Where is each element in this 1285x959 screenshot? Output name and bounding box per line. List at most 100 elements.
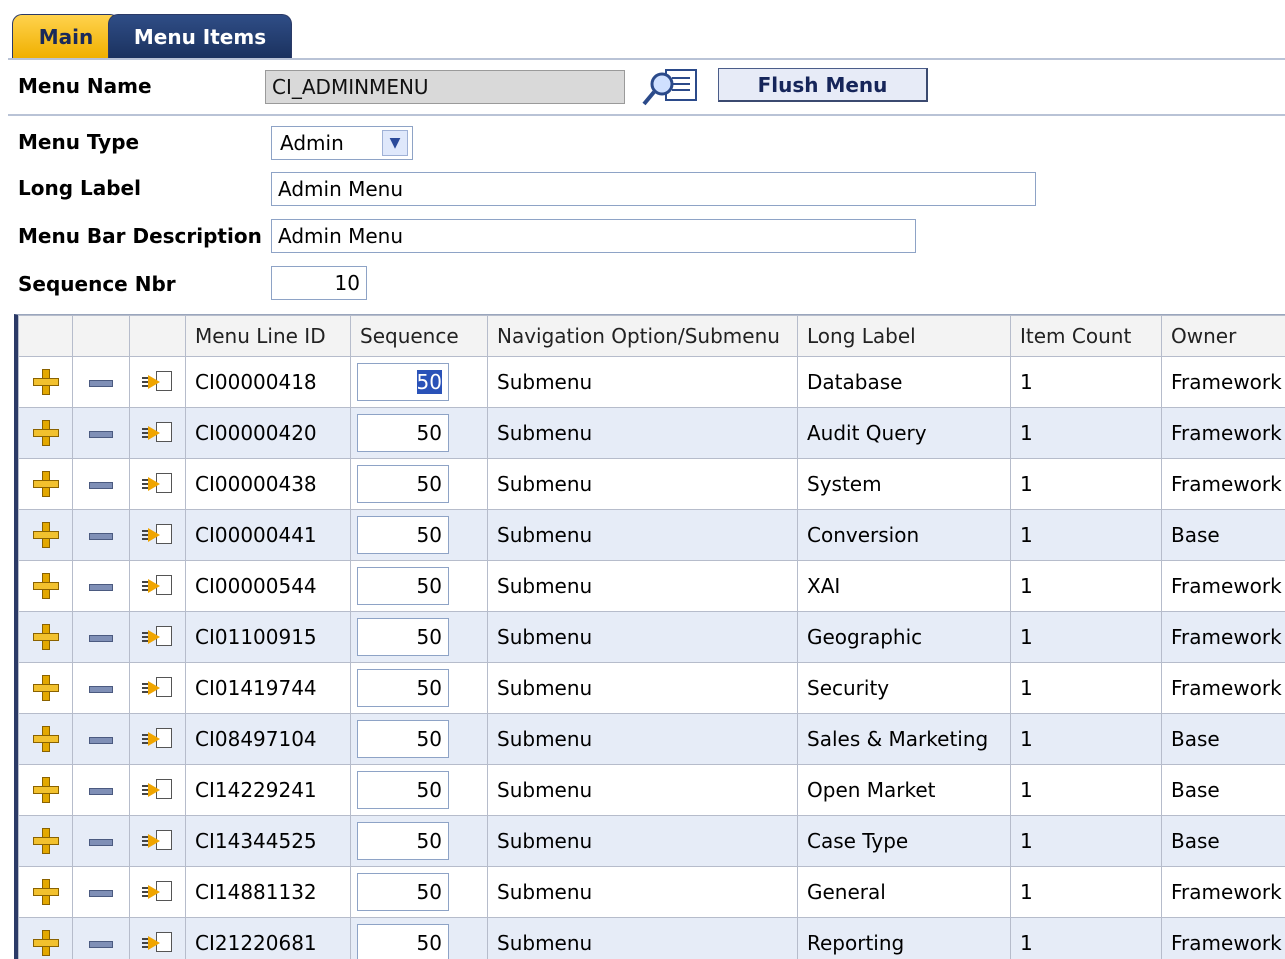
sequence-input[interactable]: 50 bbox=[357, 414, 449, 452]
flush-menu-button[interactable]: Flush Menu bbox=[718, 68, 928, 102]
add-row-icon[interactable] bbox=[32, 521, 60, 549]
go-to-icon[interactable] bbox=[142, 369, 174, 395]
grid-header-row: Menu Line ID Sequence Navigation Option/… bbox=[19, 316, 1285, 357]
table-row: CI1488113250SubmenuGeneral1Framework bbox=[19, 867, 1285, 918]
sequence-input[interactable]: 50 bbox=[357, 771, 449, 809]
add-row-cell bbox=[19, 357, 73, 408]
col-header-menu-line-id[interactable]: Menu Line ID bbox=[186, 316, 351, 357]
add-row-icon[interactable] bbox=[32, 470, 60, 498]
menu-form: Menu Type Admin ▼ Long Label Admin Menu … bbox=[8, 116, 1285, 314]
sequence-input[interactable]: 50 bbox=[357, 822, 449, 860]
add-row-icon[interactable] bbox=[32, 725, 60, 753]
navigation-option-cell: Submenu bbox=[488, 714, 798, 765]
col-header-navigation-option[interactable]: Navigation Option/Submenu bbox=[488, 316, 798, 357]
col-header-owner[interactable]: Owner bbox=[1162, 316, 1285, 357]
remove-row-icon[interactable] bbox=[89, 941, 113, 948]
add-row-cell bbox=[19, 459, 73, 510]
sequence-value: 50 bbox=[417, 931, 442, 955]
remove-row-icon[interactable] bbox=[89, 788, 113, 795]
go-to-icon[interactable] bbox=[142, 777, 174, 803]
go-to-cell bbox=[130, 561, 186, 612]
sequence-input[interactable]: 50 bbox=[357, 618, 449, 656]
add-row-icon[interactable] bbox=[32, 674, 60, 702]
sequence-value: 50 bbox=[417, 370, 442, 394]
go-to-cell bbox=[130, 510, 186, 561]
navigation-option-cell: Submenu bbox=[488, 867, 798, 918]
menu-type-select[interactable]: Admin ▼ bbox=[271, 126, 413, 160]
sequence-nbr-field[interactable]: 10 bbox=[271, 266, 367, 300]
add-row-cell bbox=[19, 714, 73, 765]
col-header-sequence[interactable]: Sequence bbox=[351, 316, 488, 357]
add-row-cell bbox=[19, 561, 73, 612]
remove-row-icon[interactable] bbox=[89, 431, 113, 438]
sequence-cell: 50 bbox=[351, 867, 488, 918]
item-count-cell: 1 bbox=[1011, 663, 1162, 714]
sequence-value: 50 bbox=[417, 523, 442, 547]
owner-cell: Framework bbox=[1162, 663, 1285, 714]
go-to-icon[interactable] bbox=[142, 675, 174, 701]
remove-row-icon[interactable] bbox=[89, 584, 113, 591]
chevron-down-icon[interactable]: ▼ bbox=[382, 130, 408, 156]
sequence-input[interactable]: 50 bbox=[357, 924, 449, 959]
tab-bar: Main Menu Items bbox=[0, 0, 1285, 60]
search-icon[interactable] bbox=[640, 66, 700, 108]
remove-row-icon[interactable] bbox=[89, 533, 113, 540]
sequence-input[interactable]: 50 bbox=[357, 720, 449, 758]
menu-type-value: Admin bbox=[272, 131, 382, 155]
table-row: CI0000043850SubmenuSystem1Framework bbox=[19, 459, 1285, 510]
add-row-icon[interactable] bbox=[32, 776, 60, 804]
add-row-icon[interactable] bbox=[32, 827, 60, 855]
remove-row-icon[interactable] bbox=[89, 635, 113, 642]
sequence-cell: 50 bbox=[351, 510, 488, 561]
sequence-input[interactable]: 50 bbox=[357, 873, 449, 911]
remove-row-icon[interactable] bbox=[89, 839, 113, 846]
go-to-icon[interactable] bbox=[142, 930, 174, 956]
menu-bar-description-label: Menu Bar Description bbox=[18, 224, 262, 248]
go-to-icon[interactable] bbox=[142, 624, 174, 650]
go-to-icon[interactable] bbox=[142, 522, 174, 548]
sequence-input[interactable]: 50 bbox=[357, 465, 449, 503]
menu-name-label: Menu Name bbox=[18, 74, 152, 98]
go-to-icon[interactable] bbox=[142, 879, 174, 905]
go-to-icon[interactable] bbox=[142, 828, 174, 854]
remove-row-icon[interactable] bbox=[89, 380, 113, 387]
add-row-icon[interactable] bbox=[32, 419, 60, 447]
add-row-icon[interactable] bbox=[32, 878, 60, 906]
col-header-long-label[interactable]: Long Label bbox=[798, 316, 1011, 357]
sequence-input[interactable]: 50 bbox=[357, 363, 449, 401]
add-row-icon[interactable] bbox=[32, 623, 60, 651]
remove-row-icon[interactable] bbox=[89, 890, 113, 897]
menu-bar-description-field[interactable]: Admin Menu bbox=[271, 219, 916, 253]
go-to-icon[interactable] bbox=[142, 471, 174, 497]
menu-line-id-cell: CI00000544 bbox=[186, 561, 351, 612]
sequence-input[interactable]: 50 bbox=[357, 669, 449, 707]
menu-name-field[interactable]: CI_ADMINMENU bbox=[265, 70, 625, 104]
col-header-item-count[interactable]: Item Count bbox=[1011, 316, 1162, 357]
remove-row-icon[interactable] bbox=[89, 686, 113, 693]
go-to-cell bbox=[130, 663, 186, 714]
add-row-icon[interactable] bbox=[32, 929, 60, 957]
remove-row-icon[interactable] bbox=[89, 737, 113, 744]
add-row-icon[interactable] bbox=[32, 572, 60, 600]
go-to-cell bbox=[130, 918, 186, 959]
tab-menu-items[interactable]: Menu Items bbox=[108, 14, 292, 58]
go-to-icon[interactable] bbox=[142, 573, 174, 599]
sequence-input[interactable]: 50 bbox=[357, 567, 449, 605]
add-row-cell bbox=[19, 867, 73, 918]
remove-row-icon[interactable] bbox=[89, 482, 113, 489]
long-label-cell: Database bbox=[798, 357, 1011, 408]
sequence-input[interactable]: 50 bbox=[357, 516, 449, 554]
owner-cell: Framework bbox=[1162, 561, 1285, 612]
item-count-cell: 1 bbox=[1011, 918, 1162, 959]
go-to-icon[interactable] bbox=[142, 420, 174, 446]
long-label-field[interactable]: Admin Menu bbox=[271, 172, 1036, 206]
long-label-cell: Geographic bbox=[798, 612, 1011, 663]
add-row-cell bbox=[19, 612, 73, 663]
long-label-label: Long Label bbox=[18, 176, 141, 200]
go-to-icon[interactable] bbox=[142, 726, 174, 752]
sequence-cell: 50 bbox=[351, 408, 488, 459]
add-row-icon[interactable] bbox=[32, 368, 60, 396]
tab-main[interactable]: Main bbox=[12, 14, 120, 58]
table-row: CI1422924150SubmenuOpen Market1Base bbox=[19, 765, 1285, 816]
col-header-add bbox=[19, 316, 73, 357]
